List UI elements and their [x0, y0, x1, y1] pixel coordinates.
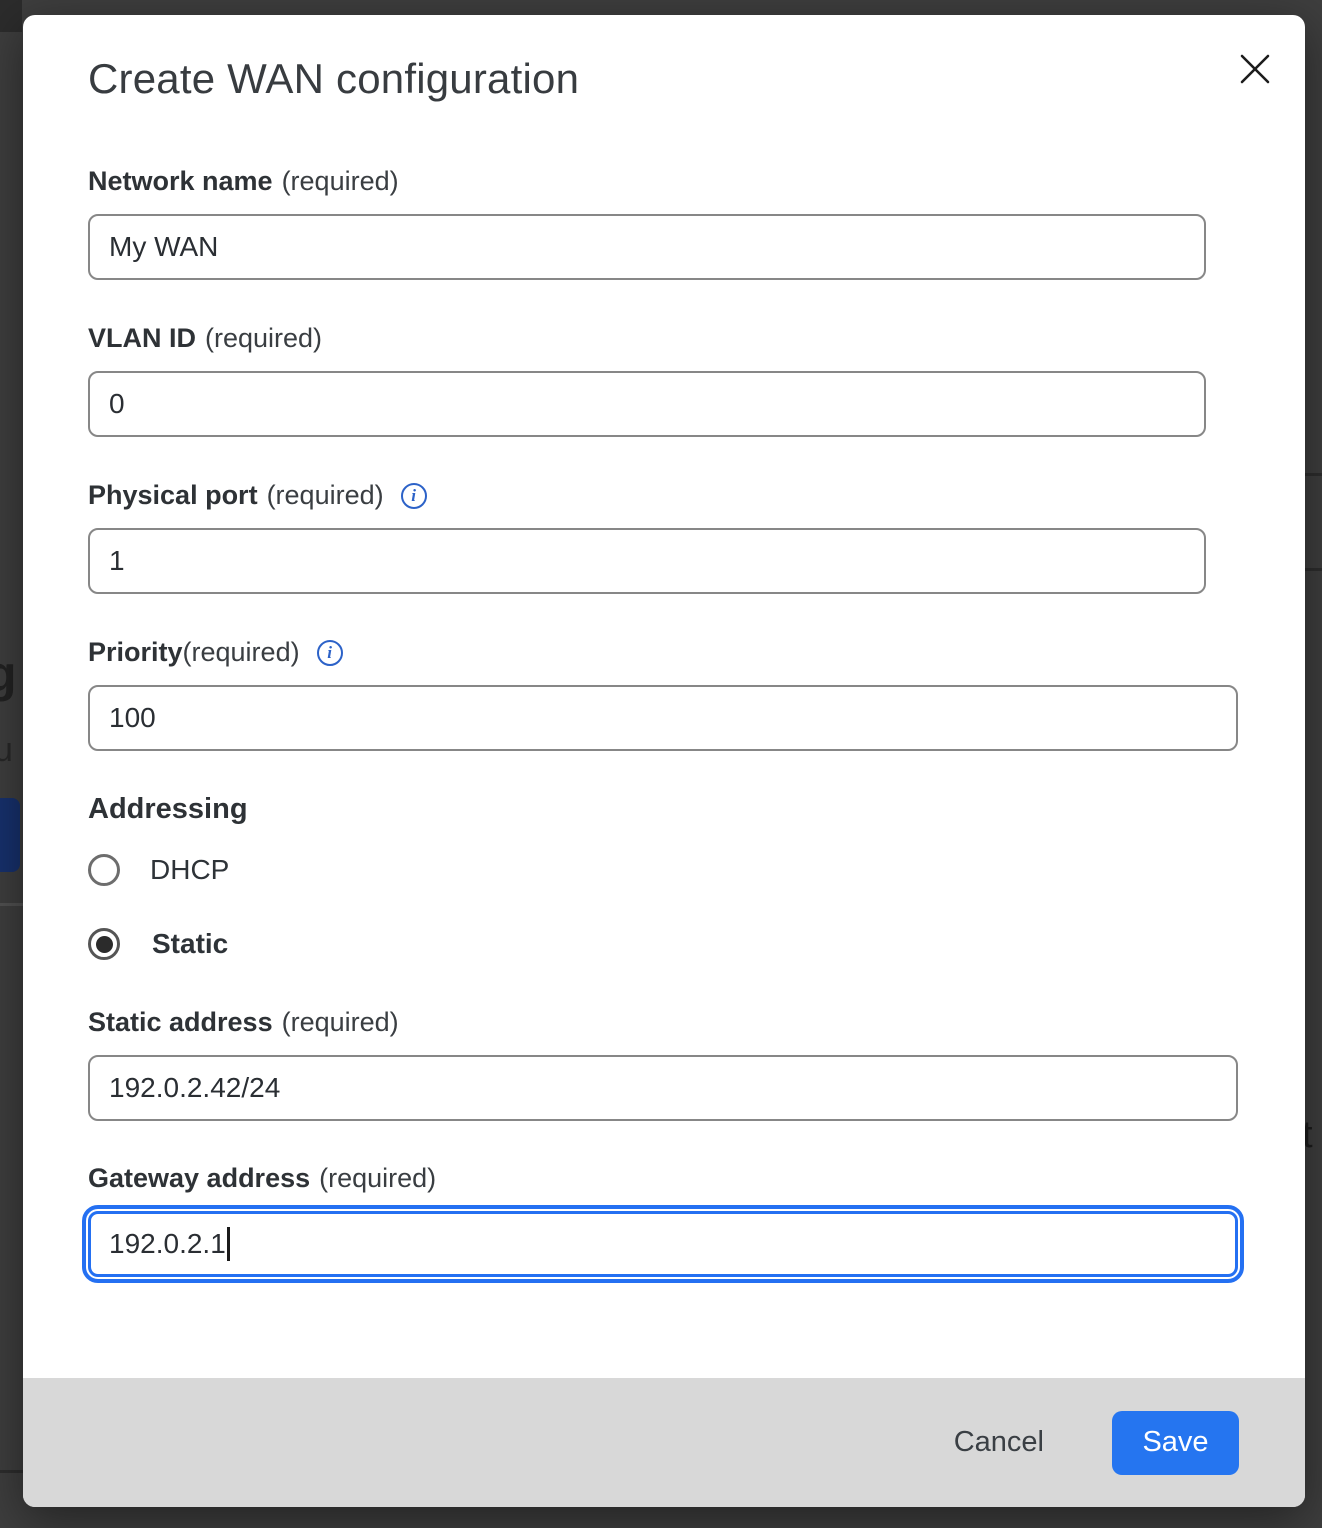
radio-label: DHCP — [150, 854, 229, 886]
addressing-heading: Addressing — [88, 793, 248, 826]
background-divider — [1305, 568, 1322, 571]
radio-button-icon — [88, 928, 120, 960]
radio-option-dhcp[interactable]: DHCP — [88, 854, 229, 886]
field-vlan-id: VLAN ID (required) 0 — [88, 323, 1206, 437]
gateway-address-input[interactable]: 192.0.2.1 — [88, 1211, 1238, 1277]
close-button[interactable] — [1231, 45, 1279, 93]
radio-button-icon — [88, 854, 120, 886]
field-priority: Priority (required) i 100 — [88, 637, 1238, 751]
input-value: 1 — [109, 545, 125, 577]
input-value: 100 — [109, 702, 156, 734]
background-button-fragment — [0, 798, 20, 872]
input-value: 192.0.2.1 — [109, 1228, 226, 1260]
static-address-input[interactable]: 192.0.2.42/24 — [88, 1055, 1238, 1121]
field-label: Priority — [88, 637, 183, 668]
required-hint: (required) — [282, 1007, 399, 1038]
background-divider — [1305, 473, 1322, 476]
background-dark-corner — [0, 0, 22, 32]
input-value: 0 — [109, 388, 125, 420]
required-hint: (required) — [319, 1163, 436, 1194]
cancel-button[interactable]: Cancel — [938, 1416, 1060, 1469]
input-value: 192.0.2.42/24 — [109, 1072, 280, 1104]
background-divider — [0, 903, 23, 906]
create-wan-configuration-dialog: Create WAN configuration Network name (r… — [23, 15, 1305, 1507]
background-divider — [0, 1470, 23, 1473]
required-hint: (required) — [205, 323, 322, 354]
screen: g u : l t Create WAN configuration Netwo… — [0, 0, 1322, 1528]
text-cursor — [227, 1227, 230, 1261]
field-label: Static address — [88, 1007, 273, 1038]
field-label: Gateway address — [88, 1163, 310, 1194]
close-icon — [1238, 52, 1272, 86]
background-text-fragment: g — [0, 645, 17, 703]
required-hint: (required) — [282, 166, 399, 197]
field-gateway-address: Gateway address (required) 192.0.2.1 — [88, 1163, 1238, 1277]
input-value: My WAN — [109, 231, 218, 263]
field-network-name: Network name (required) My WAN — [88, 166, 1206, 280]
vlan-id-input[interactable]: 0 — [88, 371, 1206, 437]
radio-option-static[interactable]: Static — [88, 928, 228, 960]
network-name-input[interactable]: My WAN — [88, 214, 1206, 280]
radio-label: Static — [152, 928, 228, 960]
required-hint: (required) — [183, 637, 300, 668]
physical-port-input[interactable]: 1 — [88, 528, 1206, 594]
field-label: Network name — [88, 166, 273, 197]
background-text-fragment: u — [0, 731, 13, 770]
info-icon[interactable]: i — [401, 483, 427, 509]
field-static-address: Static address (required) 192.0.2.42/24 — [88, 1007, 1238, 1121]
field-physical-port: Physical port (required) i 1 — [88, 480, 1206, 594]
dialog-title: Create WAN configuration — [88, 55, 579, 103]
dialog-footer: Cancel Save — [23, 1378, 1305, 1507]
required-hint: (required) — [267, 480, 384, 511]
field-label: VLAN ID — [88, 323, 196, 354]
priority-input[interactable]: 100 — [88, 685, 1238, 751]
info-icon[interactable]: i — [317, 640, 343, 666]
field-label: Physical port — [88, 480, 258, 511]
save-button[interactable]: Save — [1112, 1411, 1239, 1475]
